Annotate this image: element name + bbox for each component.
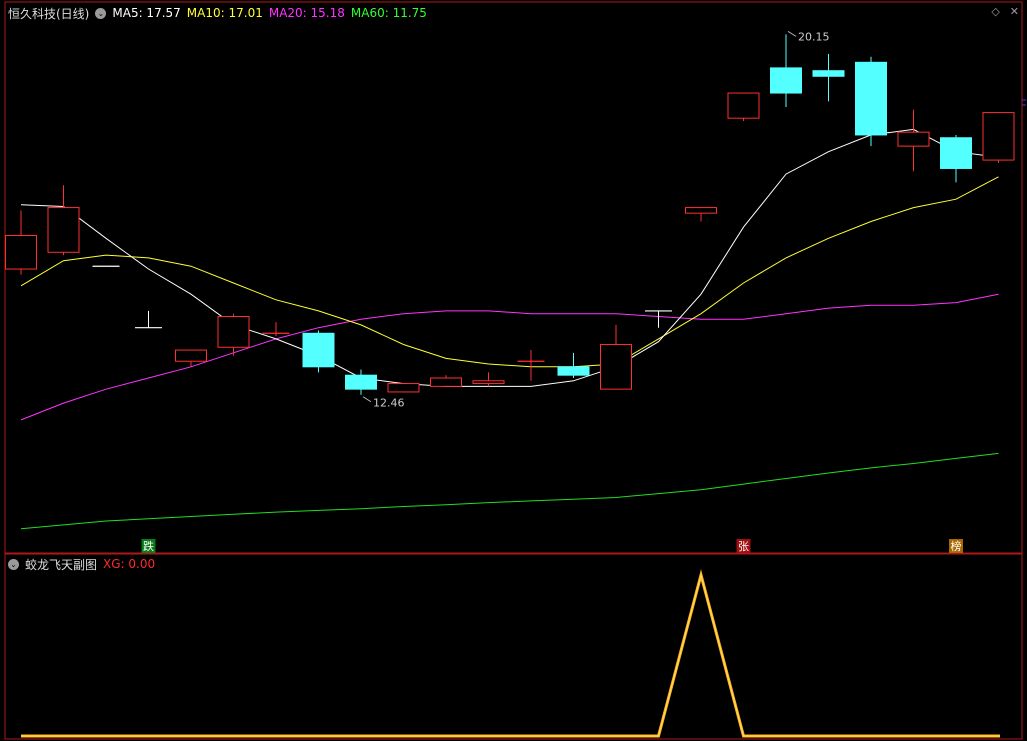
candle-body[interactable]	[982, 112, 1015, 161]
high-arrow	[787, 30, 797, 37]
candle-body[interactable]	[345, 374, 377, 390]
candle-body[interactable]	[175, 349, 207, 362]
ma60-line	[20, 452, 999, 530]
candle-body[interactable]	[217, 316, 250, 348]
sub-frame	[4, 553, 1023, 740]
candle-body[interactable]	[472, 380, 505, 385]
candle-body[interactable]	[940, 137, 972, 169]
candle-body[interactable]	[600, 343, 632, 390]
xg-line-outer	[21, 569, 1000, 738]
low-arrow	[362, 396, 372, 403]
marker-label: 张	[738, 540, 749, 553]
marker-label: 榜	[951, 539, 962, 553]
ma5-line	[20, 128, 999, 387]
candle-body[interactable]	[302, 332, 335, 368]
high-price-label: 20.15	[798, 30, 830, 43]
candle-body[interactable]	[430, 377, 462, 387]
candle-body[interactable]	[855, 61, 887, 136]
stock-chart[interactable]: 20.15 12.46 跌 张 榜	[0, 0, 1027, 741]
candle-body[interactable]	[897, 131, 930, 147]
candle-body[interactable]	[47, 207, 80, 253]
candle-body[interactable]	[387, 383, 420, 393]
candle-body[interactable]	[727, 92, 760, 119]
candle-body[interactable]	[557, 366, 590, 376]
candle-body[interactable]	[5, 235, 37, 270]
candle-body[interactable]	[685, 207, 717, 214]
candle-body[interactable]	[770, 67, 802, 94]
ma20-line	[20, 293, 999, 421]
xg-line-inner	[21, 573, 1000, 737]
marker-label: 跌	[143, 539, 154, 553]
candle-body[interactable]	[812, 70, 845, 77]
low-price-label: 12.46	[373, 397, 405, 410]
ma10-line	[20, 176, 999, 368]
